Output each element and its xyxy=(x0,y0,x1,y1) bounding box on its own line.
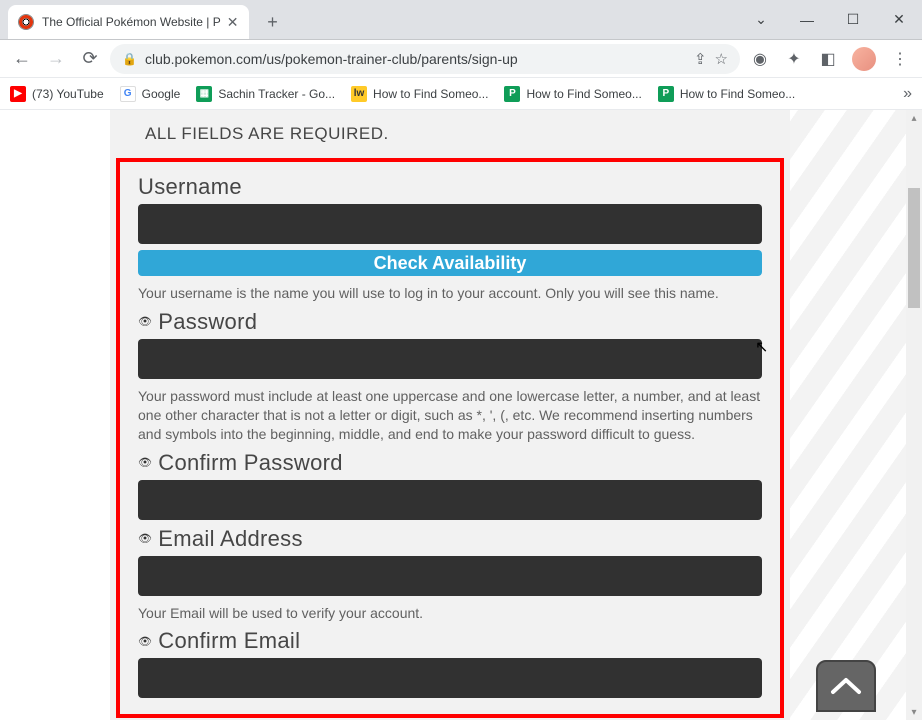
email-help-text: Your Email will be used to verify your a… xyxy=(138,604,762,623)
form-heading: ALL FIELDS ARE REQUIRED. xyxy=(145,124,755,144)
forward-button[interactable]: → xyxy=(42,45,70,73)
maximize-button[interactable]: ☐ xyxy=(830,0,876,39)
chrome-menu-icon[interactable]: ⋮ xyxy=(886,45,914,73)
password-help-text: Your password must include at least one … xyxy=(138,387,762,444)
email-input[interactable] xyxy=(138,556,762,596)
bookmark-sheets[interactable]: ▦ Sachin Tracker - Go... xyxy=(196,86,335,102)
address-bar[interactable]: 🔒 club.pokemon.com/us/pokemon-trainer-cl… xyxy=(110,44,740,74)
email-label: 👁 Email Address xyxy=(138,526,762,552)
check-availability-button[interactable]: Check Availability xyxy=(138,250,762,276)
bookmark-label: Google xyxy=(142,87,181,101)
bookmark-label: Sachin Tracker - Go... xyxy=(218,87,335,101)
bookmark-p1[interactable]: P How to Find Someo... xyxy=(504,86,641,102)
window-controls: ⌄ — ☐ ✕ xyxy=(738,0,922,39)
eye-icon[interactable]: 👁 xyxy=(138,532,152,545)
scrollbar-thumb[interactable] xyxy=(908,188,920,308)
share-icon[interactable]: ⇪ xyxy=(694,50,707,68)
bookmarks-bar: ▶ (73) YouTube G Google ▦ Sachin Tracker… xyxy=(0,78,922,110)
bookmark-label: (73) YouTube xyxy=(32,87,104,101)
page-viewport: ALL FIELDS ARE REQUIRED. Username Check … xyxy=(0,110,906,720)
tab-search-icon[interactable]: ⌄ xyxy=(738,11,784,28)
site-icon: P xyxy=(658,86,674,102)
profile-avatar[interactable] xyxy=(852,47,876,71)
tab-strip: The Official Pokémon Website | P ✕ + ⌄ —… xyxy=(0,0,922,40)
bookmark-label: How to Find Someo... xyxy=(373,87,488,101)
url-text: club.pokemon.com/us/pokemon-trainer-club… xyxy=(145,51,686,67)
bookmark-youtube[interactable]: ▶ (73) YouTube xyxy=(10,86,104,102)
lw-icon: lw xyxy=(351,86,367,102)
eye-icon[interactable]: 👁 xyxy=(138,315,152,328)
chevron-up-icon xyxy=(829,676,863,696)
bookmark-label: How to Find Someo... xyxy=(680,87,795,101)
sidepanel-icon[interactable]: ◧ xyxy=(814,45,842,73)
bookmark-p2[interactable]: P How to Find Someo... xyxy=(658,86,795,102)
eye-icon[interactable]: 👁 xyxy=(138,635,152,648)
bookmarks-overflow-icon[interactable]: » xyxy=(903,85,912,103)
pokeball-favicon xyxy=(18,14,34,30)
close-window-button[interactable]: ✕ xyxy=(876,0,922,39)
vertical-scrollbar[interactable]: ▴ ▾ xyxy=(906,110,922,720)
minimize-button[interactable]: — xyxy=(784,0,830,39)
new-tab-button[interactable]: + xyxy=(259,8,287,36)
bookmark-label: How to Find Someo... xyxy=(526,87,641,101)
sheets-icon: ▦ xyxy=(196,86,212,102)
bookmark-star-icon[interactable]: ☆ xyxy=(715,50,728,68)
back-button[interactable]: ← xyxy=(8,45,36,73)
reload-button[interactable]: ⟳ xyxy=(76,45,104,73)
username-input[interactable] xyxy=(138,204,762,244)
confirm-email-label: 👁 Confirm Email xyxy=(138,628,762,654)
bookmark-lw[interactable]: lw How to Find Someo... xyxy=(351,86,488,102)
highlighted-form-section: Username Check Availability Your usernam… xyxy=(116,158,784,718)
tab-title: The Official Pokémon Website | P xyxy=(42,15,221,29)
browser-toolbar: ← → ⟳ 🔒 club.pokemon.com/us/pokemon-trai… xyxy=(0,40,922,78)
password-label: 👁 Password xyxy=(138,309,762,335)
bookmark-google[interactable]: G Google xyxy=(120,86,181,102)
back-to-top-button[interactable] xyxy=(816,660,876,712)
browser-tab[interactable]: The Official Pokémon Website | P ✕ xyxy=(8,5,249,39)
confirm-password-label: 👁 Confirm Password xyxy=(138,450,762,476)
background-stripes xyxy=(776,110,906,720)
username-label: Username xyxy=(138,174,762,200)
lock-icon: 🔒 xyxy=(122,52,137,66)
password-input[interactable] xyxy=(138,339,762,379)
youtube-icon: ▶ xyxy=(10,86,26,102)
eye-icon[interactable]: 👁 xyxy=(138,456,152,469)
scrollbar-down-icon[interactable]: ▾ xyxy=(906,704,922,720)
confirm-email-input[interactable] xyxy=(138,658,762,698)
site-icon: P xyxy=(504,86,520,102)
google-icon: G xyxy=(120,86,136,102)
shield-extension-icon[interactable]: ◉ xyxy=(746,45,774,73)
signup-form-panel: ALL FIELDS ARE REQUIRED. Username Check … xyxy=(110,110,790,720)
confirm-password-input[interactable] xyxy=(138,480,762,520)
extensions-icon[interactable]: ✦ xyxy=(780,45,808,73)
username-help-text: Your username is the name you will use t… xyxy=(138,284,762,303)
scrollbar-up-icon[interactable]: ▴ xyxy=(906,110,922,126)
close-tab-icon[interactable]: ✕ xyxy=(227,14,239,31)
